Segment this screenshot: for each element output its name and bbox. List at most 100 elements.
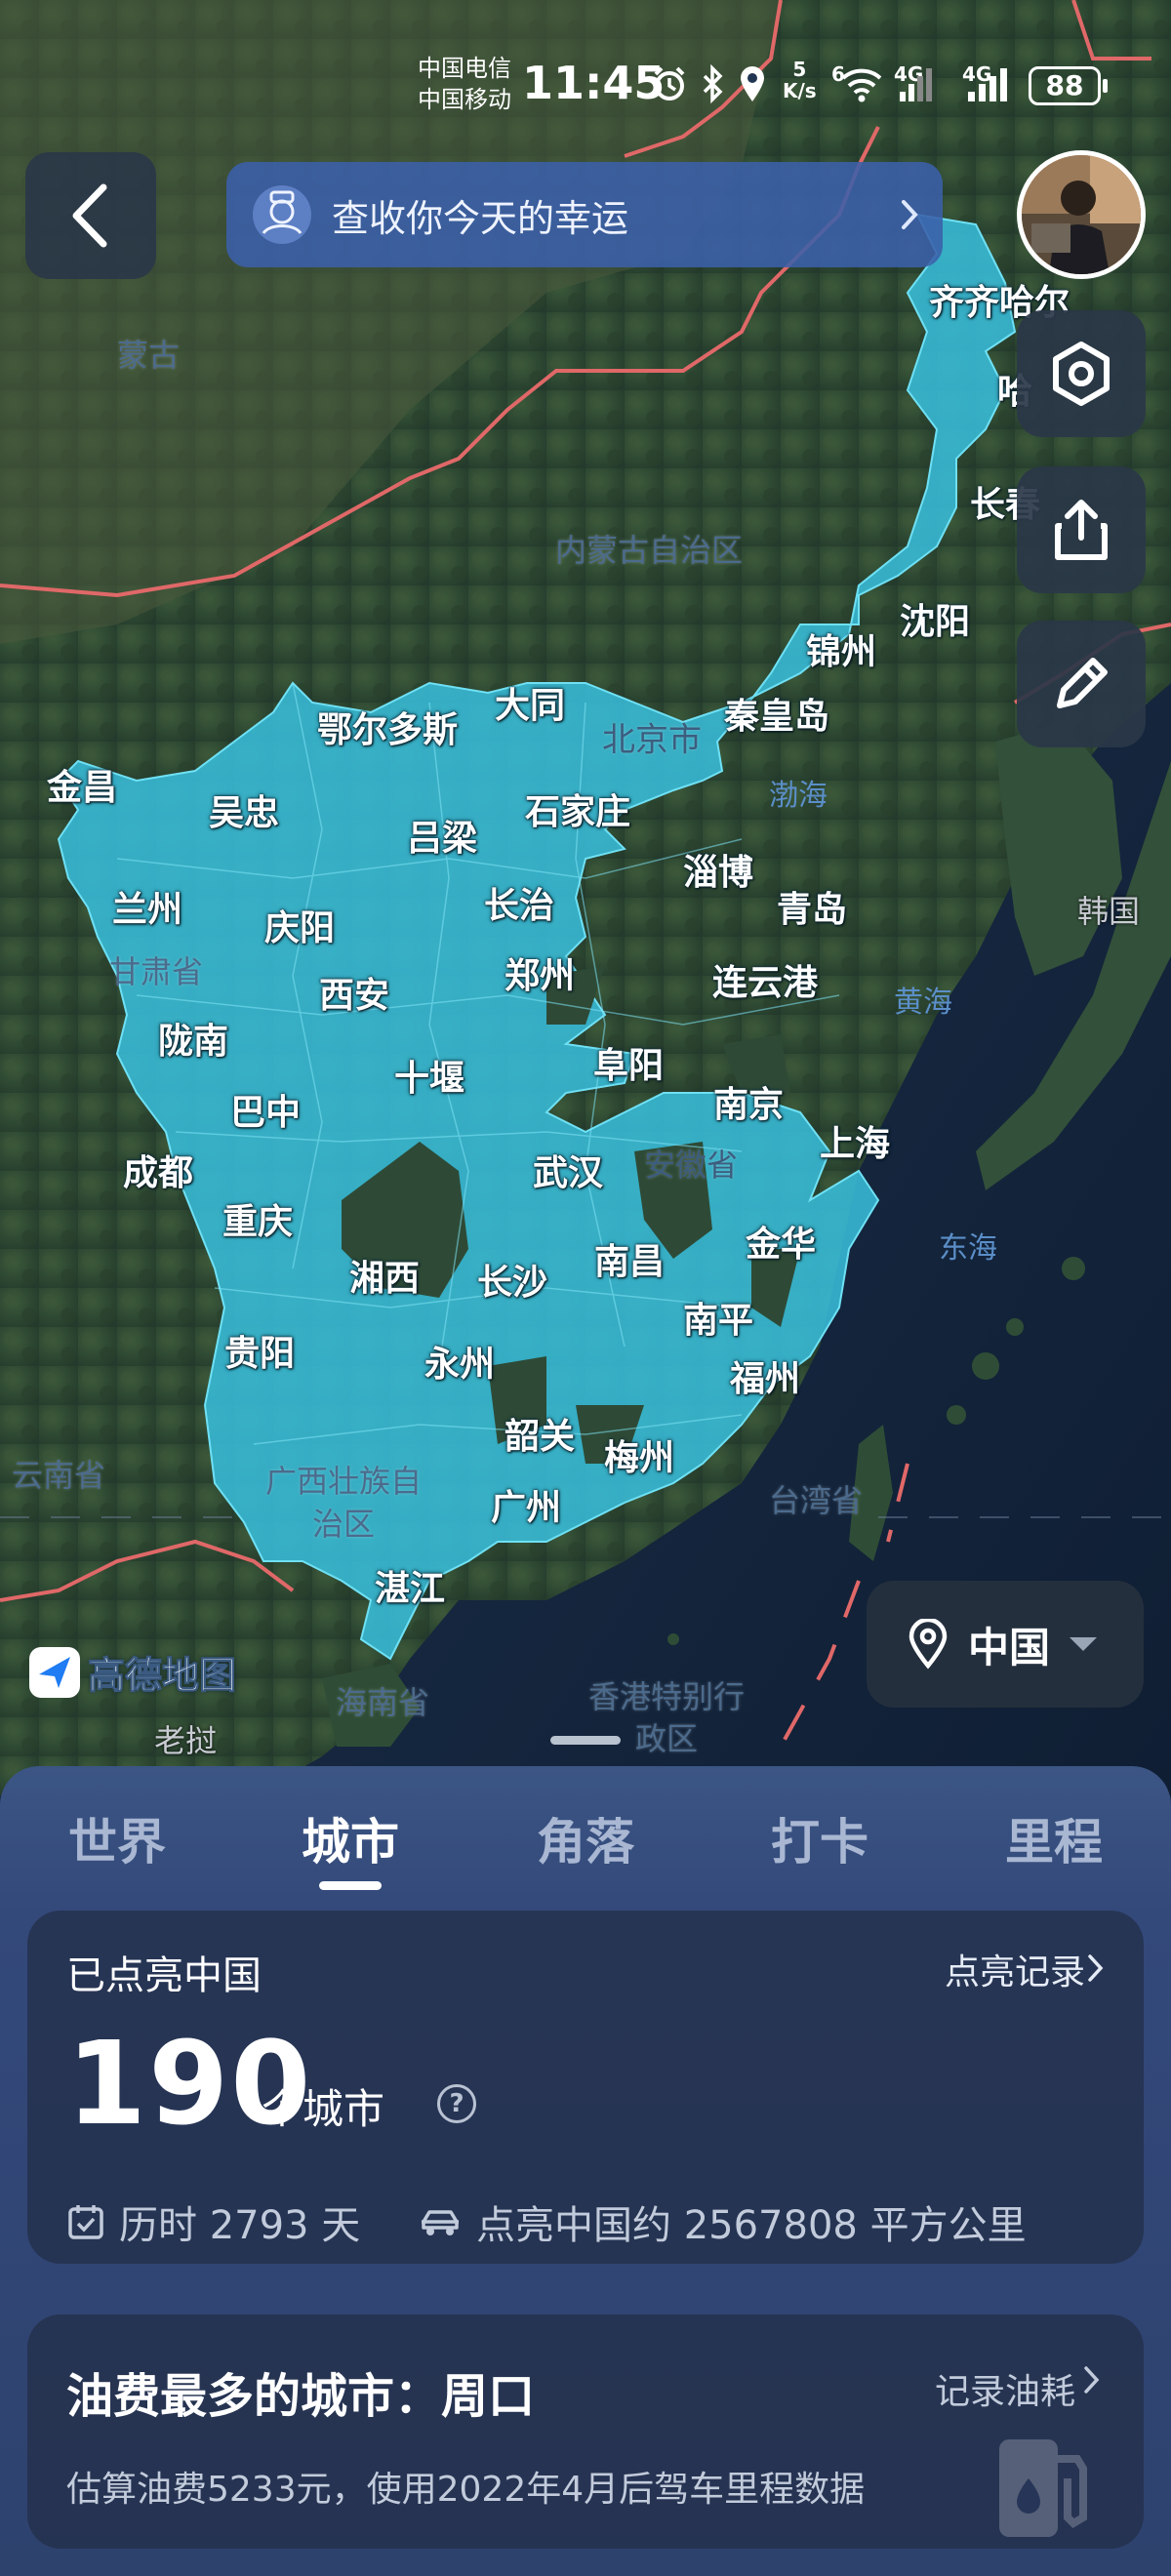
city-label-chengdu[interactable]: 成都 [123,1145,193,1195]
edit-button[interactable] [1017,621,1146,747]
city-label-changzhi[interactable]: 长治 [484,877,554,928]
city-label-qingdao[interactable]: 青岛 [777,881,847,932]
tab-corner[interactable]: 角落 [537,1803,634,1873]
share-icon [1055,500,1108,560]
tab-mileage[interactable]: 里程 [1005,1803,1103,1873]
status-bar: 中国电信 中国移动 11:45 5 K/s 6 4G 4G 88 [0,0,1171,146]
city-label-zhengzhou[interactable]: 郑州 [505,947,575,998]
hexagon-settings-icon [1053,342,1110,406]
fuel-card-description: 估算油费5233元，使用2022年4月后驾车里程数据 [66,2470,866,2510]
city-label-jinhua[interactable]: 金华 [746,1216,816,1267]
city-label-ordos[interactable]: 鄂尔多斯 [317,702,458,752]
city-label-meizhou[interactable]: 梅州 [604,1429,674,1480]
city-label-zibo[interactable]: 淄博 [683,844,753,895]
city-label-guiyang[interactable]: 贵阳 [224,1325,295,1376]
lit-cities-card: 已点亮中国 点亮记录 190 个城市 ? 历时 2793 天 点亮中国约 256… [27,1911,1144,2264]
lit-card-title: 已点亮中国 [66,1953,262,1998]
status-time: 11:45 [522,57,666,109]
city-label-lanzhou[interactable]: 兰州 [112,881,182,932]
city-label-guangzhou[interactable]: 广州 [491,1479,561,1530]
map-provider-logo: 高德地图 [29,1645,237,1699]
region-label-mongolia: 蒙古 [116,337,181,374]
city-label-jinchang[interactable]: 金昌 [47,759,117,810]
days-stat-text: 历时 2793 天 [119,2203,361,2248]
signal-icon-1 [900,68,932,101]
fuel-cost-card[interactable]: 油费最多的城市：周口 记录油耗 估算油费5233元，使用2022年4月后驾车里程… [27,2314,1144,2549]
city-label-jinzhou[interactable]: 锦州 [806,624,876,674]
fuel-pump-icon [999,2439,1087,2537]
signal-icon-2 [968,68,1007,101]
city-label-qingyang[interactable]: 庆阳 [264,900,335,950]
city-label-xian[interactable]: 西安 [319,967,389,1018]
calendar-check-icon [68,2205,103,2239]
net-speed-value: 5 [792,58,807,81]
help-icon[interactable]: ? [437,2084,476,2123]
city-label-longnan[interactable]: 陇南 [158,1013,228,1064]
car-icon [422,2210,459,2235]
region-label-hainan: 海南省 [335,1684,430,1721]
fortune-text: 查收你今天的幸运 [332,196,629,240]
region-label-gansu: 甘肃省 [108,953,204,990]
fortune-icon [253,185,311,244]
region-label-hongkong-2: 政区 [634,1720,699,1757]
city-label-wuhan[interactable]: 武汉 [533,1145,603,1195]
chevron-right-icon [1084,2366,1100,2394]
city-label-lianyungang[interactable]: 连云港 [712,954,818,1005]
map-provider-name: 高德地图 [87,1654,237,1698]
record-fuel-link[interactable]: 记录油耗 [935,2363,1075,2414]
tab-world[interactable]: 世界 [68,1803,166,1873]
avatar-image [1022,155,1141,274]
city-label-xiangxi[interactable]: 湘西 [349,1250,420,1301]
city-label-datong[interactable]: 大同 [495,677,565,728]
back-button[interactable] [25,152,156,279]
city-label-changsha[interactable]: 长沙 [477,1254,547,1305]
region-label-guangxi-1: 广西壮族自 [264,1463,423,1500]
sheet-drag-handle[interactable] [550,1736,621,1745]
city-label-shiyan[interactable]: 十堰 [394,1050,464,1101]
user-avatar[interactable] [1017,150,1146,279]
city-label-fuyang[interactable]: 阜阳 [593,1037,664,1088]
chevron-right-icon [1088,1954,1104,1982]
settings-button[interactable] [1017,310,1146,437]
city-label-qinhuangdao[interactable]: 秦皇岛 [724,688,829,739]
region-label-beijing[interactable]: 北京市 [602,713,702,761]
region-label-yunnan: 云南省 [11,1457,106,1494]
city-label-nanjing[interactable]: 南京 [713,1076,784,1127]
city-label-nanping[interactable]: 南平 [683,1292,753,1343]
city-label-fuzhou[interactable]: 福州 [730,1350,800,1401]
lit-city-unit: 个城市 [262,2085,385,2133]
battery-indicator: 88 [1029,66,1108,105]
carrier-2: 中国移动 [418,86,511,113]
city-label-chongqing[interactable]: 重庆 [222,1193,293,1244]
country-label-laos: 老挝 [153,1722,218,1759]
lit-record-link[interactable]: 点亮记录 [945,1944,1085,1994]
city-label-zhanjiang[interactable]: 湛江 [375,1560,445,1611]
city-label-yongzhou[interactable]: 永州 [424,1336,495,1387]
city-label-nanchang[interactable]: 南昌 [594,1233,665,1284]
tab-city[interactable]: 城市 [302,1803,399,1873]
amap-logo-icon [29,1646,80,1698]
area-stat-text: 点亮中国约 2567808 平方公里 [476,2203,1027,2248]
active-tab-indicator [319,1881,382,1890]
region-label-anhui[interactable]: 安徽省 [644,1141,738,1186]
city-label-bazhong[interactable]: 巴中 [230,1084,301,1135]
sea-label-east-sea: 东海 [939,1231,997,1266]
chevron-left-icon [72,183,107,248]
region-label-guangxi-2: 治区 [311,1506,376,1543]
fortune-banner[interactable]: 查收你今天的幸运 [226,162,943,267]
location-pin-icon [909,1619,948,1670]
share-button[interactable] [1017,466,1146,593]
region-label-hongkong-1: 香港特别行 [587,1678,746,1715]
tab-checkin[interactable]: 打卡 [771,1803,868,1873]
pencil-icon [1057,658,1108,708]
city-label-shijiazhuang[interactable]: 石家庄 [525,784,630,834]
city-label-shaoguan[interactable]: 韶关 [505,1408,575,1459]
city-label-shenyang[interactable]: 沈阳 [900,593,970,644]
alarm-icon [654,66,685,101]
chevron-right-icon [902,200,918,229]
city-label-shanghai[interactable]: 上海 [820,1115,890,1166]
region-selector[interactable]: 中国 [867,1581,1144,1708]
city-label-lvliang[interactable]: 吕梁 [407,810,477,861]
map-view[interactable]: 齐齐哈尔 哈 长春 沈阳 锦州 秦皇岛 大同 鄂尔多斯 北京市 金昌 吴忠 吕梁… [0,0,1171,1795]
city-label-wuzhong[interactable]: 吴忠 [209,785,279,835]
